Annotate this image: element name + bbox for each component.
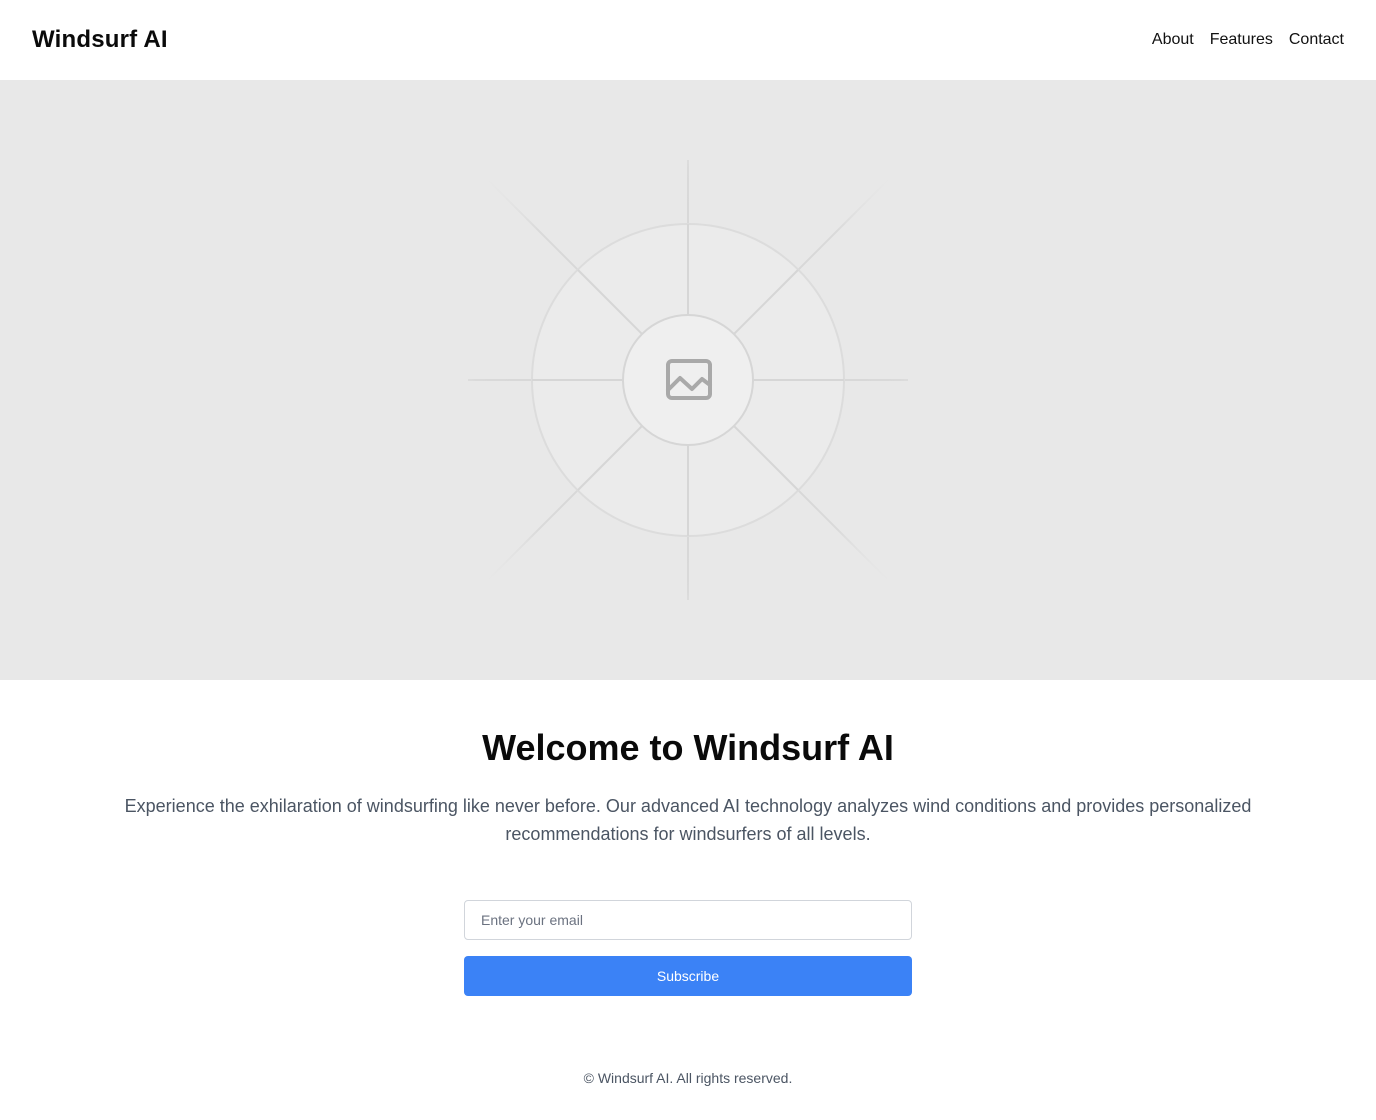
- copyright-text: © Windsurf AI. All rights reserved.: [583, 1070, 793, 1086]
- main-content: Welcome to Windsurf AI Experience the ex…: [0, 680, 1376, 996]
- intro-description: Experience the exhilaration of windsurfi…: [124, 796, 1252, 844]
- placeholder-graphic: [468, 160, 908, 600]
- nav-link-about[interactable]: About: [1152, 31, 1194, 49]
- site-header: Windsurf AI About Features Contact: [0, 0, 1376, 80]
- page-title: Welcome to Windsurf AI: [482, 727, 894, 768]
- page: Windsurf AI About Features Contact Welco…: [0, 0, 1376, 1120]
- site-footer: © Windsurf AI. All rights reserved.: [0, 1070, 1376, 1086]
- subscribe-form: Subscribe: [464, 900, 912, 996]
- hero-image-placeholder: [0, 80, 1376, 680]
- nav-link-features[interactable]: Features: [1210, 31, 1273, 49]
- subscribe-button[interactable]: Subscribe: [464, 956, 912, 996]
- email-input[interactable]: [464, 900, 912, 940]
- main-nav: About Features Contact: [1152, 31, 1344, 49]
- nav-link-contact[interactable]: Contact: [1289, 31, 1344, 49]
- brand-logo[interactable]: Windsurf AI: [32, 26, 168, 54]
